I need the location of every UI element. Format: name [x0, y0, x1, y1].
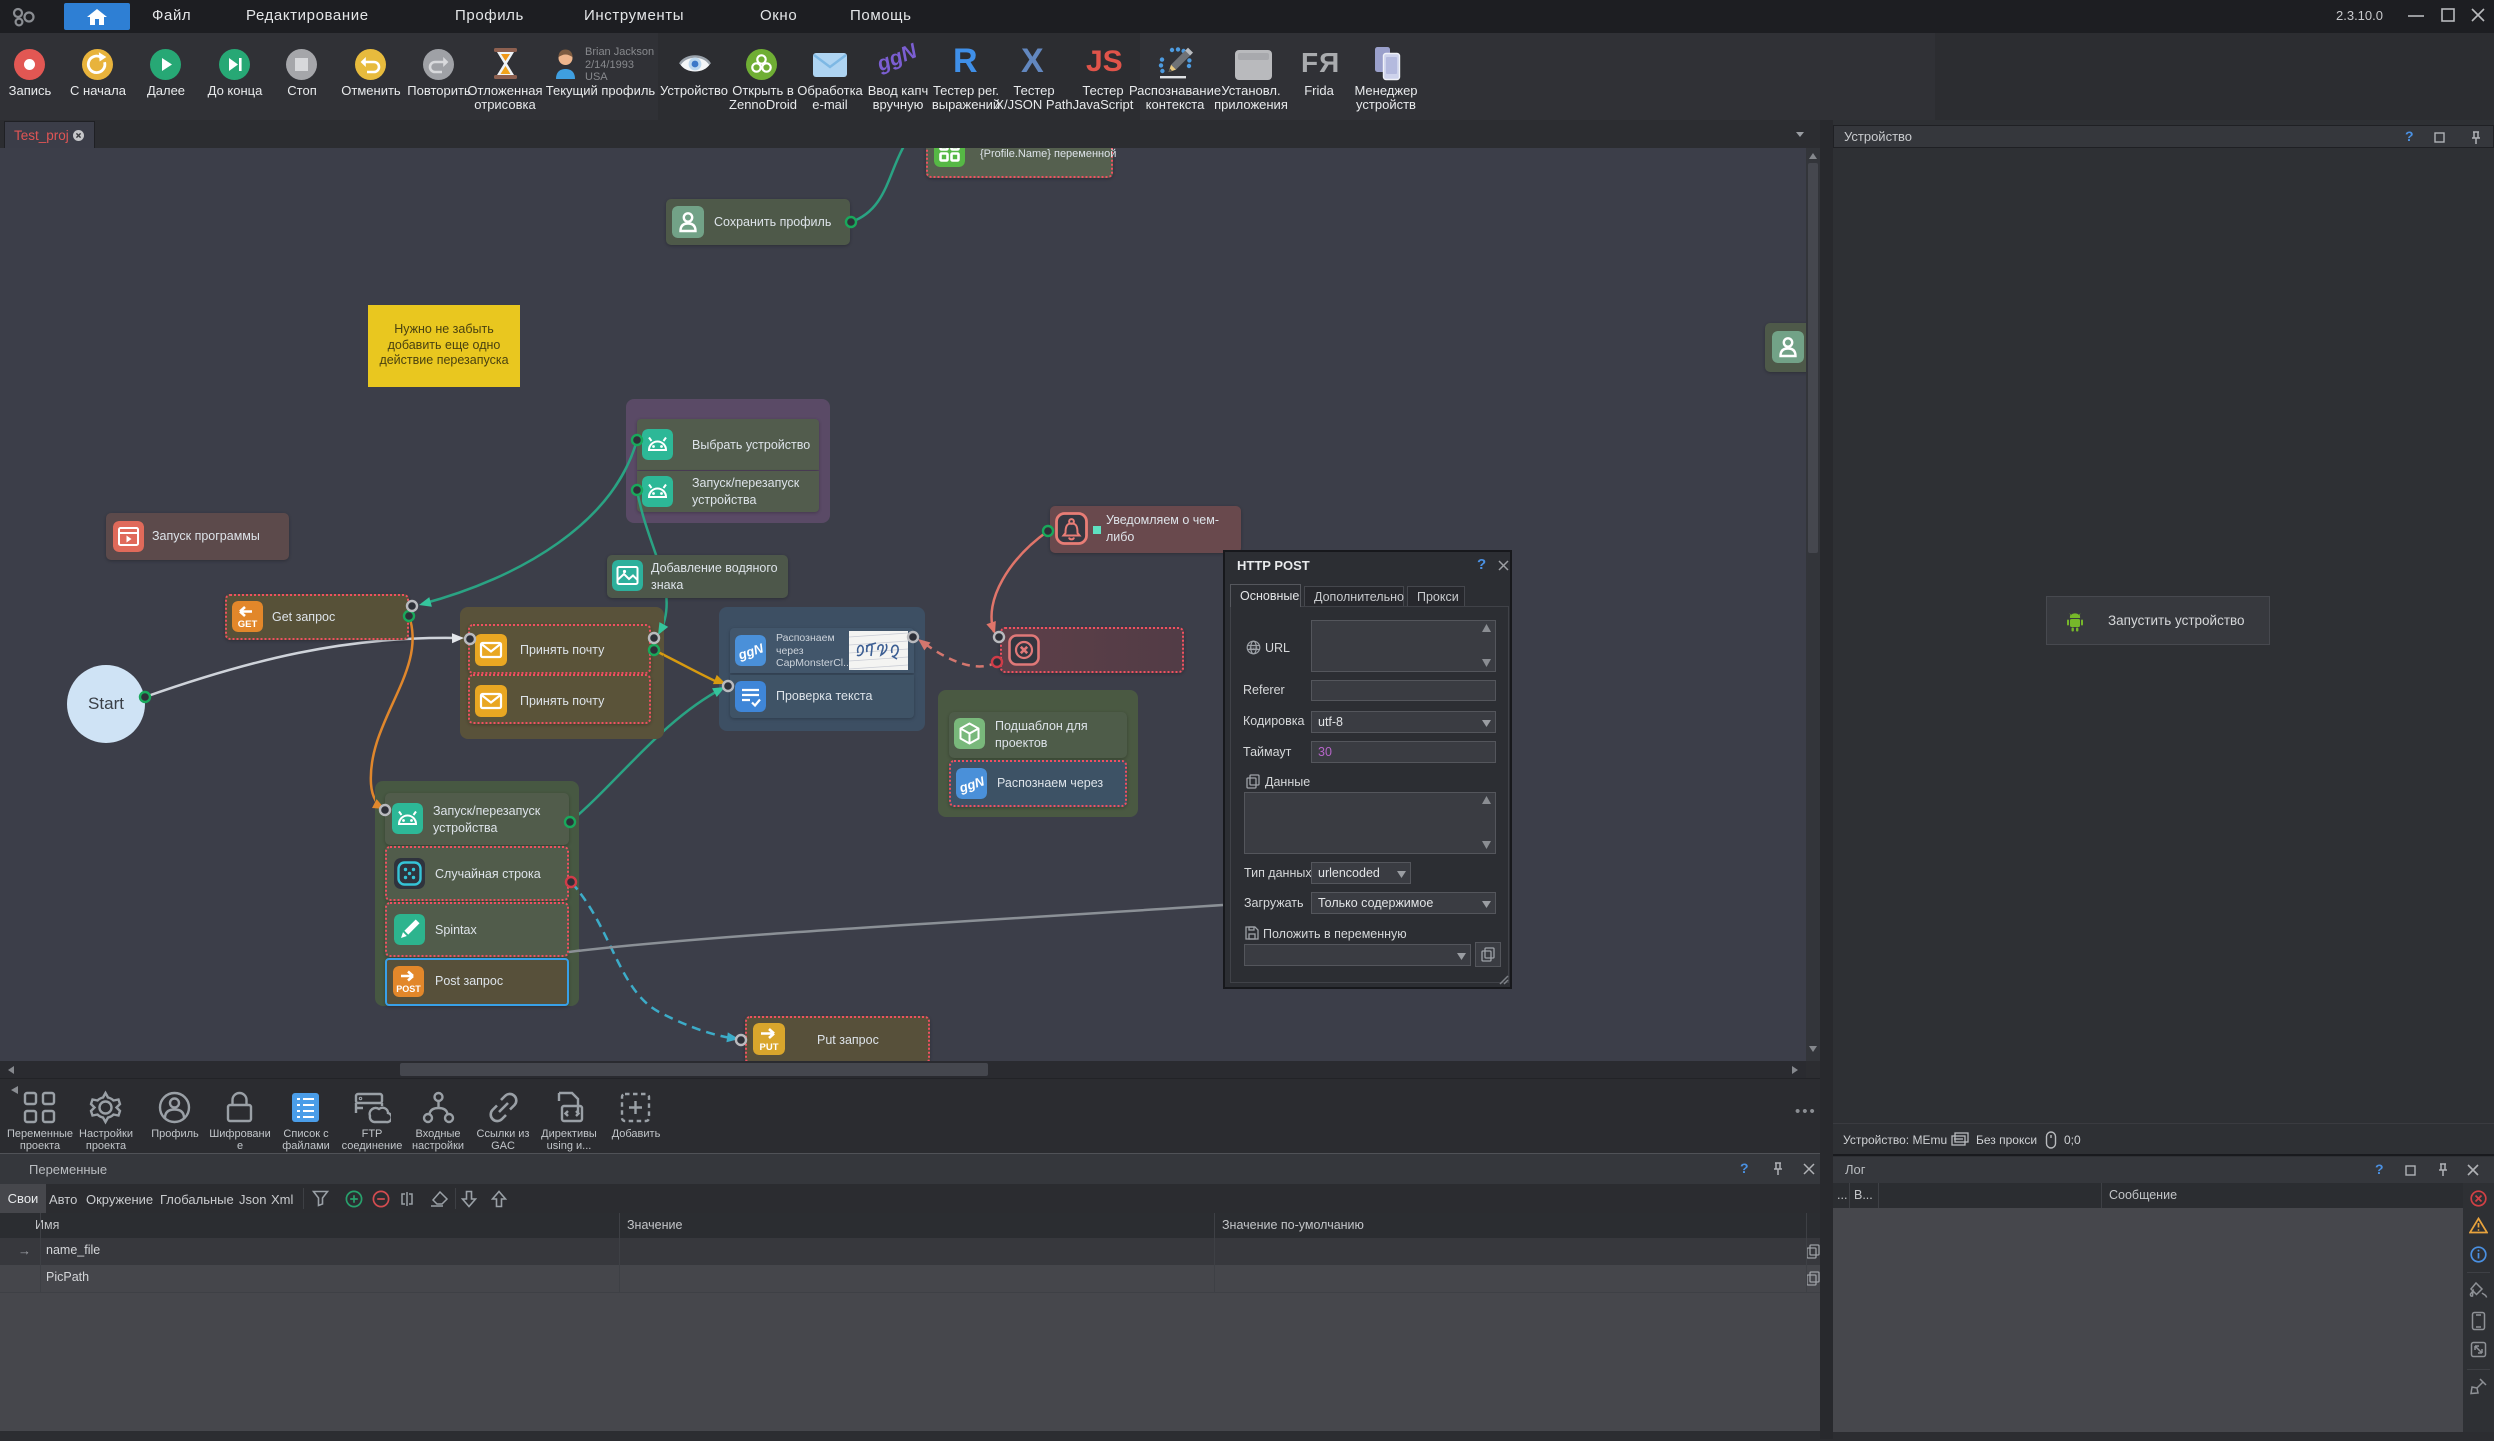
svg-text:www: www	[1249, 646, 1259, 651]
